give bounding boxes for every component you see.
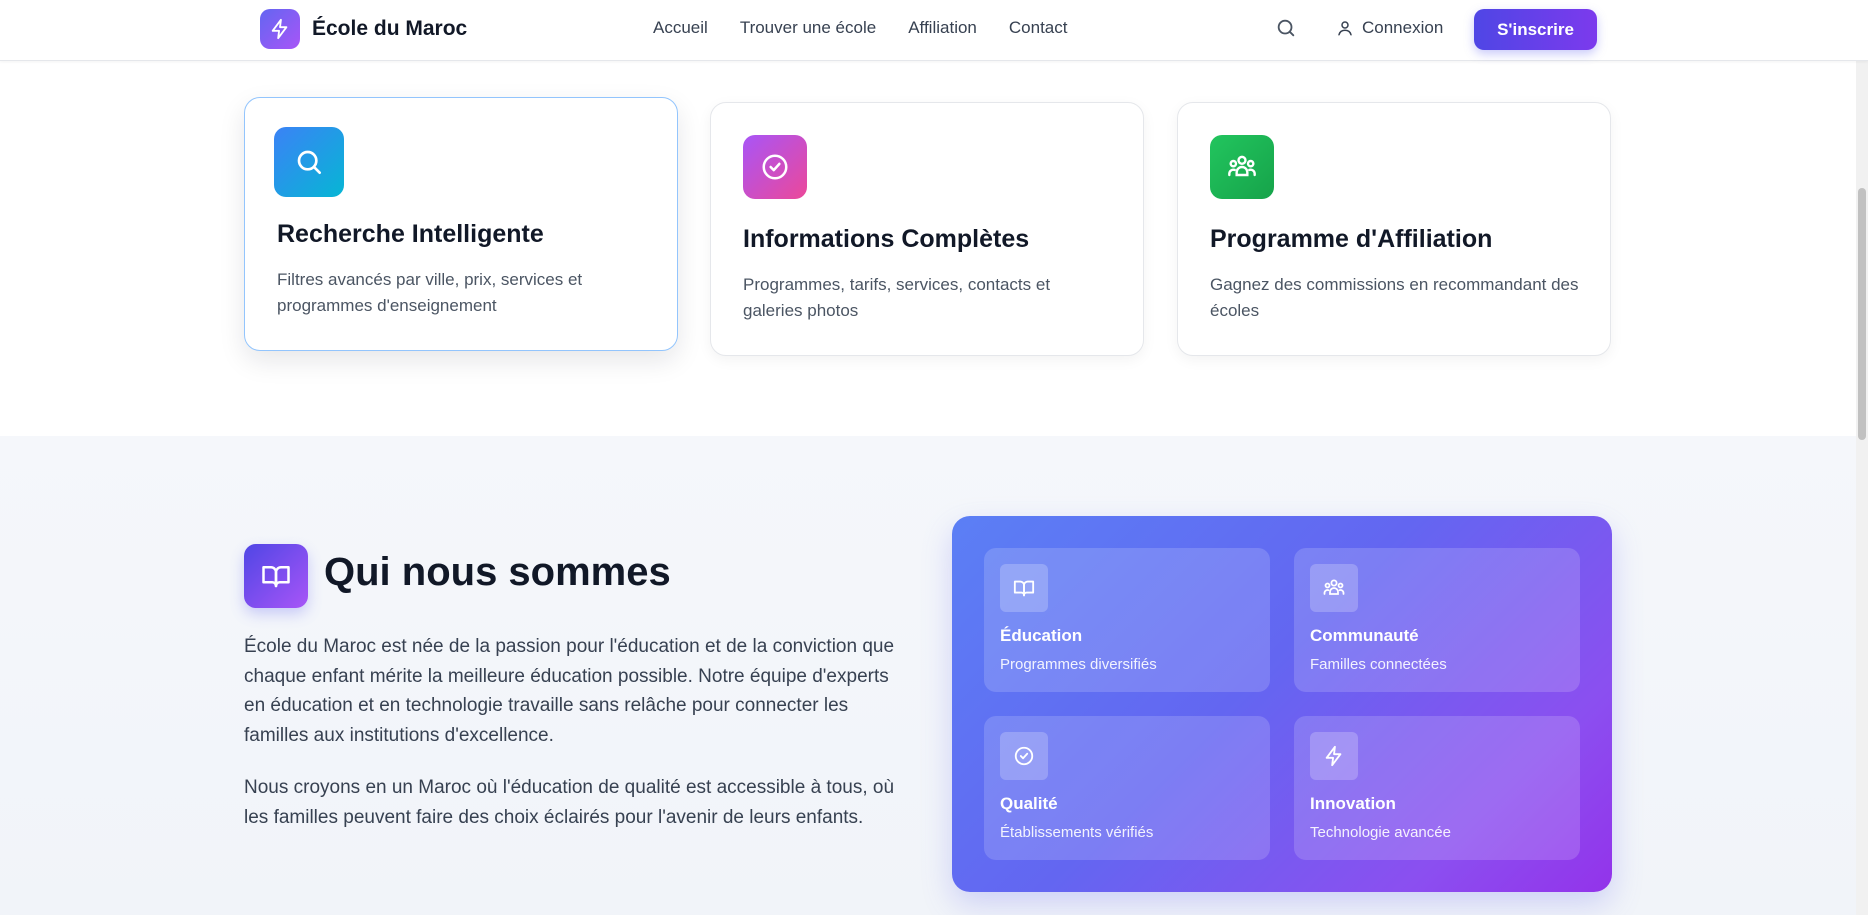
nav-item-trouver-une-ecole[interactable]: Trouver une école	[740, 18, 876, 38]
nav-item-affiliation[interactable]: Affiliation	[908, 18, 977, 38]
site-header: École du Maroc Accueil Trouver une école…	[0, 0, 1868, 61]
feature-title: Recherche Intelligente	[277, 220, 544, 248]
feature-description: Gagnez des commissions en recommandant d…	[1210, 275, 1579, 320]
tile-title: Communauté	[1310, 626, 1419, 645]
check-circle-icon	[743, 135, 807, 199]
tile-subtitle: Programmes diversifiés	[1000, 656, 1157, 673]
tile-subtitle: Familles connectées	[1310, 656, 1447, 673]
values-panel: Éducation Programmes diversifiés Communa…	[952, 516, 1612, 892]
about-title: Qui nous sommes	[324, 550, 671, 594]
signup-button[interactable]: S'inscrire	[1474, 9, 1597, 50]
feature-card-informations[interactable]: Informations Complètes Programmes, tarif…	[710, 102, 1144, 356]
search-icon[interactable]	[1275, 17, 1299, 41]
brand[interactable]: École du Maroc	[260, 9, 467, 49]
tile-subtitle: Établissements vérifiés	[1000, 824, 1154, 841]
feature-title: Informations Complètes	[743, 225, 1030, 253]
feature-title: Programme d'Affiliation	[1210, 225, 1493, 253]
tile-title: Qualité	[1000, 794, 1058, 813]
main-nav: Accueil Trouver une école Affiliation Co…	[653, 18, 1067, 38]
tile-title: Innovation	[1310, 794, 1396, 813]
feature-description: Programmes, tarifs, services, contacts e…	[743, 275, 1051, 320]
user-icon	[1338, 21, 1352, 36]
page-scrollbar[interactable]	[1856, 0, 1868, 915]
nav-item-contact[interactable]: Contact	[1009, 18, 1068, 38]
users-icon	[1210, 135, 1274, 199]
tile-title: Éducation	[1000, 626, 1083, 645]
value-tile-qualite: Qualité Établissements vérifiés	[984, 716, 1270, 860]
lightning-icon	[1310, 732, 1358, 780]
lightning-icon	[260, 9, 300, 49]
nav-item-accueil[interactable]: Accueil	[653, 18, 708, 38]
login-link[interactable]: Connexion	[1336, 18, 1443, 38]
check-circle-icon	[1000, 732, 1048, 780]
users-icon	[1310, 564, 1358, 612]
tile-subtitle: Technologie avancée	[1310, 824, 1451, 841]
feature-description: Filtres avancés par ville, prix, service…	[277, 270, 583, 315]
value-tile-communaute: Communauté Familles connectées	[1294, 548, 1580, 692]
book-icon	[244, 544, 308, 608]
value-tile-education: Éducation Programmes diversifiés	[984, 548, 1270, 692]
feature-card-affiliation[interactable]: Programme d'Affiliation Gagnez des commi…	[1177, 102, 1611, 356]
brand-name: École du Maroc	[312, 17, 468, 40]
search-icon	[274, 127, 344, 197]
about-paragraph-2: Nous croyons en un Maroc où l'éducation …	[244, 777, 895, 828]
login-label: Connexion	[1362, 18, 1444, 37]
value-tile-innovation: Innovation Technologie avancée	[1294, 716, 1580, 860]
about-paragraph-1: École du Maroc est née de la passion pou…	[244, 636, 895, 746]
book-icon	[1000, 564, 1048, 612]
scrollbar-thumb[interactable]	[1858, 188, 1866, 440]
feature-card-recherche[interactable]: Recherche Intelligente Filtres avancés p…	[244, 97, 678, 351]
